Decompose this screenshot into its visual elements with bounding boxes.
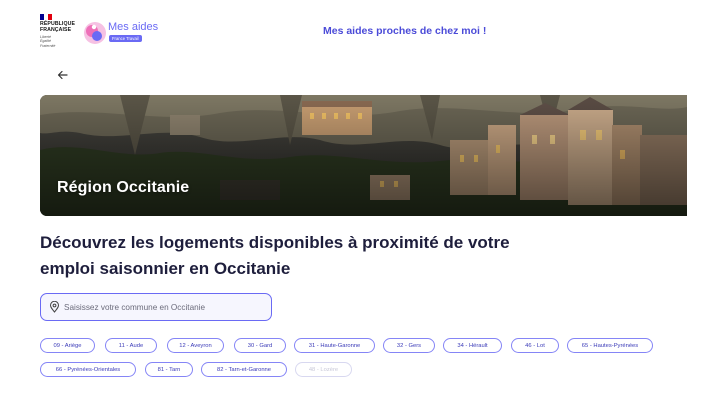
- flag-icon: [40, 14, 52, 20]
- department-chip[interactable]: 11 - Aude: [105, 338, 157, 353]
- commune-search-input[interactable]: [64, 302, 264, 312]
- department-chip[interactable]: 82 - Tarn-et-Garonne: [201, 362, 287, 377]
- header: RÉPUBLIQUE FRANÇAISE Liberté Égalité Fra…: [0, 0, 720, 62]
- department-chip[interactable]: 32 - Gers: [383, 338, 435, 353]
- department-chip[interactable]: 09 - Ariège: [40, 338, 95, 353]
- brand-name: Mes aides: [108, 21, 159, 33]
- gov-motto: Liberté Égalité Fraternité: [40, 35, 56, 48]
- commune-search-box[interactable]: [40, 293, 272, 321]
- department-chip[interactable]: 30 - Gard: [234, 338, 286, 353]
- arrow-left-icon: [57, 70, 68, 80]
- nearby-aids-link[interactable]: Mes aides proches de chez moi !: [323, 25, 486, 37]
- back-button[interactable]: [54, 66, 72, 84]
- brand-tag: France Travail: [109, 35, 142, 42]
- department-chip[interactable]: 31 - Haute-Garonne: [294, 338, 375, 353]
- page-heading: Découvrez les logements disponibles à pr…: [40, 230, 560, 282]
- region-title: Région Occitanie: [57, 179, 190, 196]
- brand-logo-link[interactable]: Mes aides France Travail: [82, 20, 162, 46]
- department-chip[interactable]: 81 - Tarn: [145, 362, 193, 377]
- heading-line-2: emploi saisonnier en Occitanie: [40, 259, 291, 278]
- heading-line-1: Découvrez les logements disponibles à pr…: [40, 233, 510, 252]
- department-chip[interactable]: 66 - Pyrénées-Orientales: [40, 362, 136, 377]
- department-chip[interactable]: 46 - Lot: [511, 338, 559, 353]
- region-hero-banner: Région Occitanie: [40, 95, 687, 216]
- hero-photo: [40, 95, 687, 216]
- department-chip[interactable]: 65 - Hautes-Pyrénées: [567, 338, 653, 353]
- republique-francaise-logo[interactable]: RÉPUBLIQUE FRANÇAISE Liberté Égalité Fra…: [40, 14, 80, 48]
- department-chip[interactable]: 12 - Aveyron: [167, 338, 224, 353]
- mes-aides-logo-icon: [84, 22, 106, 44]
- gov-line-2: FRANÇAISE: [40, 26, 72, 33]
- department-chip-disabled: 48 - Lozère: [295, 362, 352, 377]
- location-pin-icon: [49, 301, 60, 313]
- department-chip[interactable]: 34 - Hérault: [443, 338, 502, 353]
